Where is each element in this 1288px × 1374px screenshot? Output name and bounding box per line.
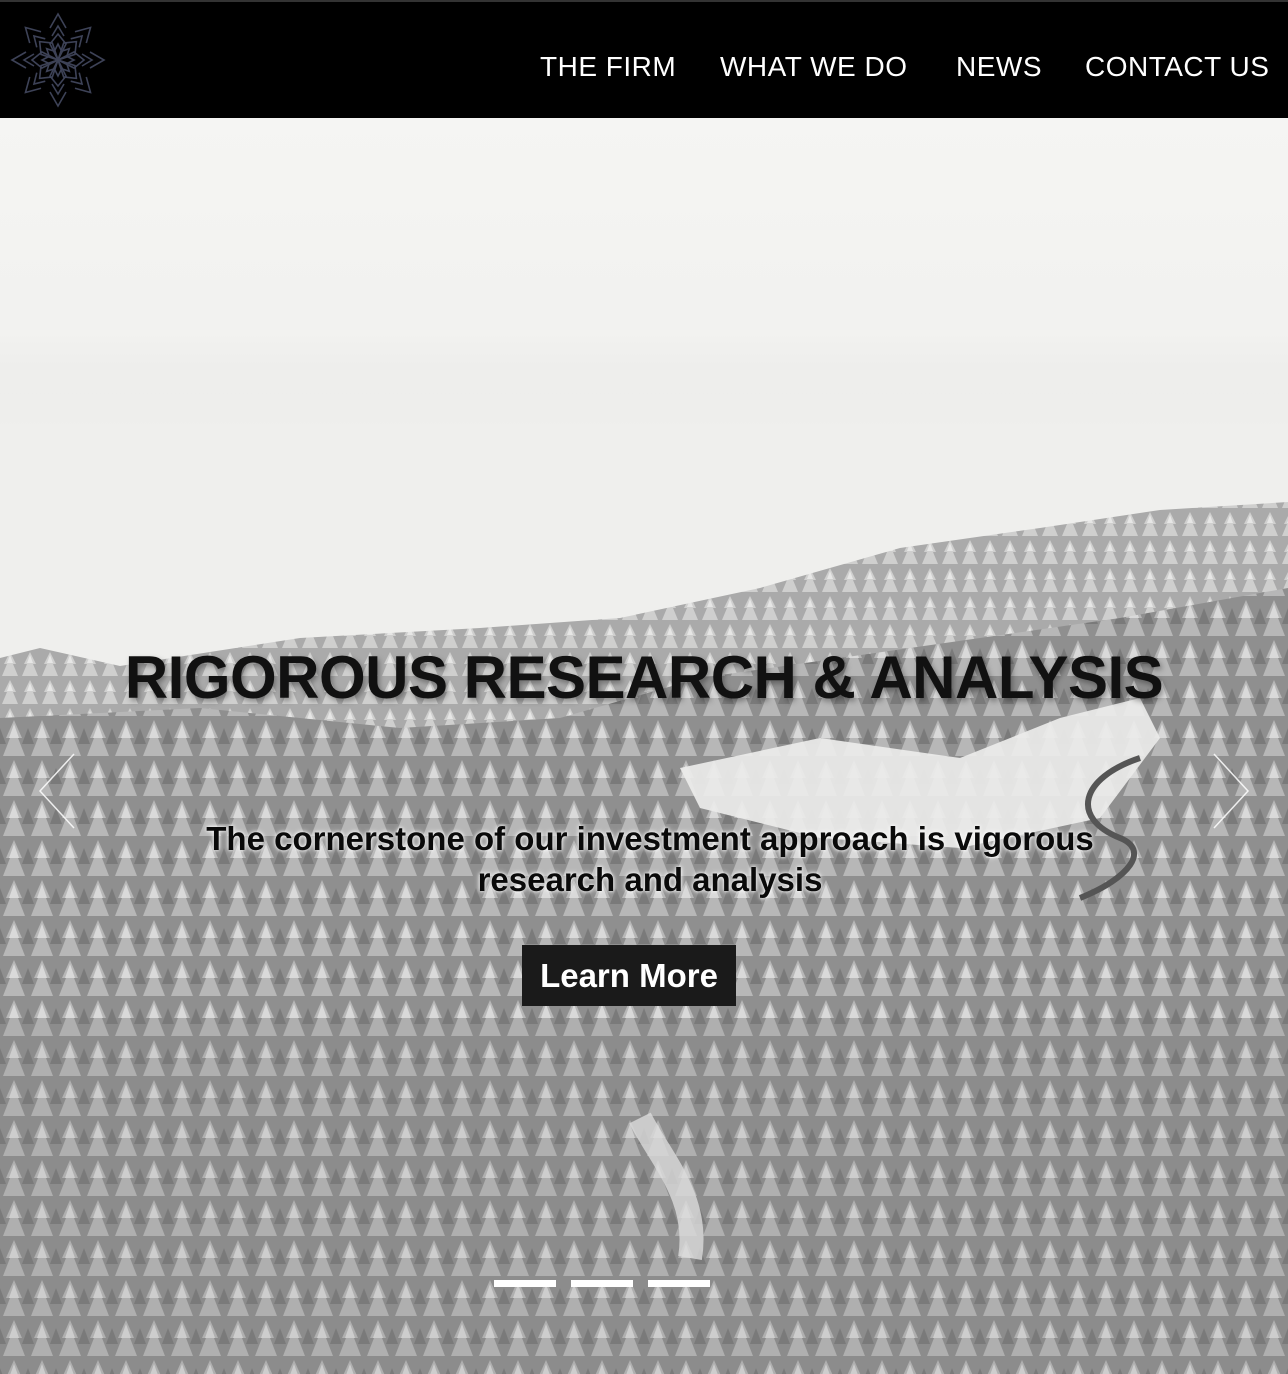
hero-subtitle: The cornerstone of our investment approa… bbox=[206, 820, 1094, 898]
carousel-indicator-2[interactable] bbox=[571, 1280, 633, 1287]
chevron-right-icon bbox=[1213, 753, 1250, 829]
carousel-indicator-3[interactable] bbox=[648, 1280, 710, 1287]
nav-the-firm[interactable]: THE FIRM bbox=[540, 50, 676, 84]
hero-title: RIGOROUS RESEARCH & ANALYSIS bbox=[124, 644, 1164, 711]
nav-what-we-do[interactable]: WHAT WE DO bbox=[720, 50, 908, 84]
nav-news[interactable]: NEWS bbox=[956, 50, 1042, 84]
snowy-forest-background bbox=[0, 118, 1288, 1374]
learn-more-button[interactable]: Learn More bbox=[522, 945, 736, 1006]
carousel-indicators bbox=[494, 1280, 714, 1288]
carousel-next-button[interactable] bbox=[1196, 746, 1256, 836]
snowflake-logo-icon[interactable] bbox=[2, 4, 114, 116]
nav-contact-us[interactable]: CONTACT US bbox=[1085, 50, 1269, 84]
hero-carousel: RIGOROUS RESEARCH & ANALYSIS The corners… bbox=[0, 118, 1288, 1374]
top-navbar: THE FIRM WHAT WE DO NEWS CONTACT US bbox=[0, 0, 1288, 118]
carousel-prev-button[interactable] bbox=[32, 746, 92, 836]
carousel-indicator-1[interactable] bbox=[494, 1280, 556, 1287]
chevron-left-icon bbox=[38, 753, 75, 829]
